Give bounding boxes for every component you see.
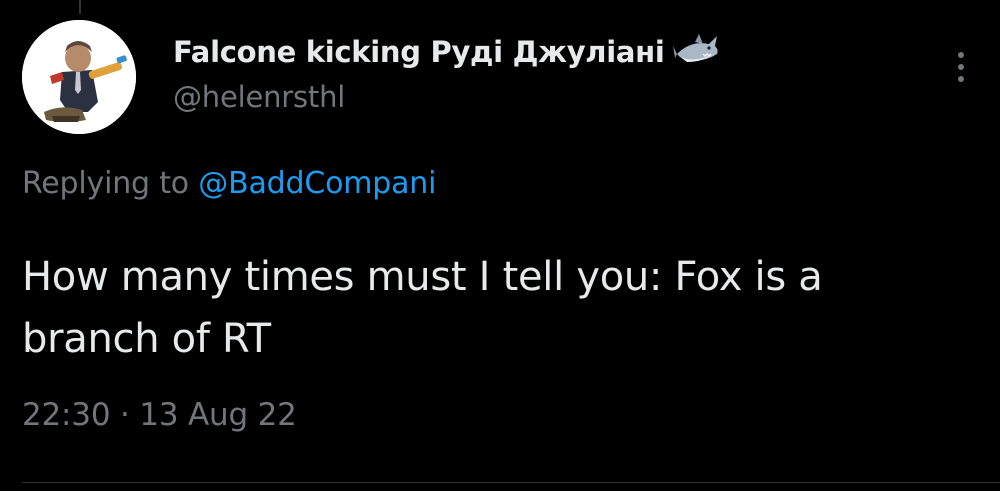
divider xyxy=(22,482,1000,483)
author-display-name[interactable]: Falcone kicking Руді Джуліані xyxy=(173,35,665,69)
tweet-date[interactable]: 13 Aug 22 xyxy=(139,397,297,433)
author-name-row[interactable]: Falcone kicking Руді Джуліані xyxy=(173,30,721,74)
tweet-timestamp[interactable]: 22:30 · 13 Aug 22 xyxy=(22,397,297,433)
avatar-image xyxy=(22,20,136,134)
tweet-text-line: branch of RT xyxy=(22,316,271,362)
replying-prefix: Replying to xyxy=(22,166,189,201)
more-vertical-icon xyxy=(958,52,964,58)
timestamp-separator: · xyxy=(120,397,130,433)
author-handle[interactable]: @helenrsthl xyxy=(173,80,345,114)
thread-connector-line xyxy=(79,0,81,14)
more-options-button[interactable] xyxy=(944,44,978,90)
replying-to-line: Replying to @BaddCompani xyxy=(22,166,436,201)
replying-to-mention-link[interactable]: @BaddCompani xyxy=(198,166,436,201)
tweet-text-line: How many times must I tell you: Fox is a xyxy=(22,254,823,300)
shark-emoji-icon xyxy=(672,32,721,72)
tweet-text: How many times must I tell you: Fox is a… xyxy=(22,246,972,370)
avatar[interactable] xyxy=(22,20,136,134)
more-vertical-icon-dot xyxy=(958,76,964,82)
tweet-time[interactable]: 22:30 xyxy=(22,397,111,433)
more-vertical-icon-dot xyxy=(958,64,964,70)
